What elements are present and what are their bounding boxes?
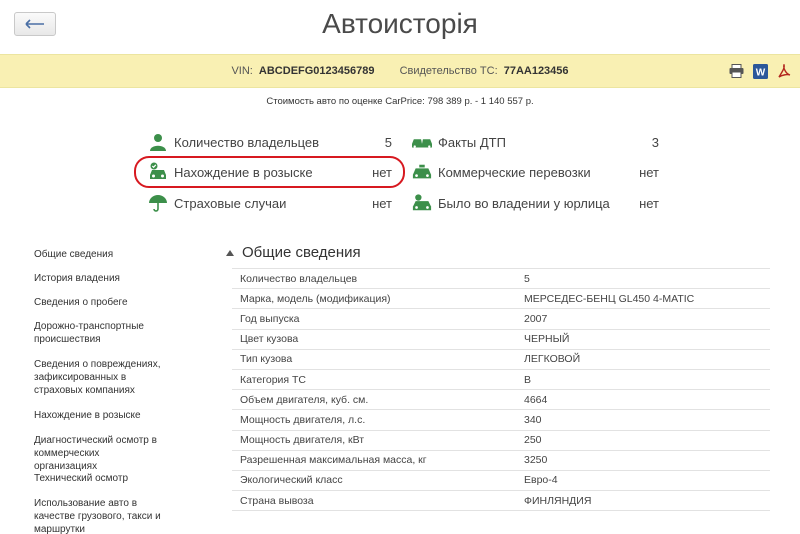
- highlight-circle: [134, 156, 405, 188]
- sidebar-item-general[interactable]: Общие сведения: [34, 248, 194, 261]
- company-car-icon: [412, 193, 432, 213]
- table-row: Количество владельцев 5: [232, 267, 770, 289]
- person-icon: [148, 132, 168, 152]
- summary-label: Количество владельцев: [174, 134, 320, 150]
- table-row: Цвет кузова ЧЕРНЫЙ: [232, 328, 770, 350]
- summary-value: нет: [372, 195, 392, 211]
- cert-label: Свидетельство ТС:: [399, 65, 498, 77]
- table-row: Марка, модель (модификация) МЕРСЕДЕС-БЕНЦ…: [232, 288, 770, 309]
- summary-value: нет: [639, 164, 659, 180]
- summary-commercial: Коммерческие перевозки нет: [412, 161, 659, 183]
- summary-label: Факты ДТП: [438, 134, 506, 150]
- word-icon[interactable]: W: [752, 63, 768, 79]
- summary-owners: Количество владельцев 5: [148, 131, 392, 153]
- sidebar-item-inspection[interactable]: Технический осмотр: [34, 472, 194, 485]
- table-row: Разрешенная максимальная масса, кг 3250: [232, 449, 770, 471]
- summary-legal-entity: Было во владении у юрлица нет: [412, 192, 659, 214]
- crash-icon: [412, 132, 432, 152]
- section-title[interactable]: Общие сведения: [226, 244, 361, 261]
- summary-value: 5: [384, 134, 392, 150]
- table-row: Тип кузова ЛЕГКОВОЙ: [232, 348, 770, 370]
- cert-value: 77AA123456: [503, 65, 569, 77]
- sidebar-item-commercial-use[interactable]: Использование авто в качестве грузового,…: [34, 497, 174, 534]
- page-title: Автоисторія: [322, 8, 478, 39]
- summary-label: Страховые случаи: [174, 195, 287, 211]
- sidebar-item-ownership[interactable]: История владения: [34, 272, 194, 285]
- sidebar-item-diagnostics[interactable]: Диагностический осмотр в коммерческих ор…: [34, 434, 164, 473]
- table-row: Объем двигателя, куб. см. 4664: [232, 389, 770, 410]
- table-row: Год выпуска 2007: [232, 308, 770, 330]
- general-info-table: Количество владельцев 5 Марка, модель (мо…: [232, 267, 770, 512]
- taxi-icon: [412, 162, 432, 182]
- summary-label: Было во владении у юрлица: [438, 195, 610, 211]
- summary-insurance: Страховые случаи нет: [148, 192, 392, 214]
- vin-label: VIN:: [231, 65, 253, 77]
- table-row: Экологический класс Евро-4: [232, 469, 770, 491]
- section-title-text: Общие сведения: [242, 244, 361, 261]
- sidebar-item-mileage[interactable]: Сведения о пробеге: [34, 296, 194, 309]
- svg-text:W: W: [755, 67, 765, 78]
- summary-label: Коммерческие перевозки: [438, 164, 591, 180]
- collapse-triangle-icon[interactable]: [226, 249, 234, 256]
- pdf-icon[interactable]: [776, 63, 792, 79]
- sidebar-item-wanted[interactable]: Нахождение в розыске: [34, 409, 194, 422]
- summary-value: нет: [639, 195, 659, 211]
- vin-bar: VIN: ABCDEFG0123456789 Свидетельство ТС:…: [0, 54, 800, 88]
- summary-value: 3: [651, 134, 659, 150]
- umbrella-icon: [148, 193, 168, 213]
- vin-value: ABCDEFG0123456789: [258, 65, 375, 77]
- table-row: Категория ТС B: [232, 368, 770, 390]
- print-icon[interactable]: [728, 63, 744, 79]
- table-row: Мощность двигателя, кВт 250: [232, 429, 770, 451]
- table-row: Страна вывоза ФИНЛЯНДИЯ: [232, 490, 770, 512]
- sidebar-item-damage[interactable]: Сведения о повреждениях, зафиксированных…: [34, 358, 174, 397]
- sidebar-item-accidents[interactable]: Дорожно-транспортные происшествия: [34, 320, 149, 346]
- table-row: Мощность двигателя, л.с. 340: [232, 409, 770, 430]
- price-estimate: Стоимость авто по оценке CarPrice: 798 3…: [266, 96, 534, 107]
- summary-accidents: Факты ДТП 3: [412, 131, 659, 153]
